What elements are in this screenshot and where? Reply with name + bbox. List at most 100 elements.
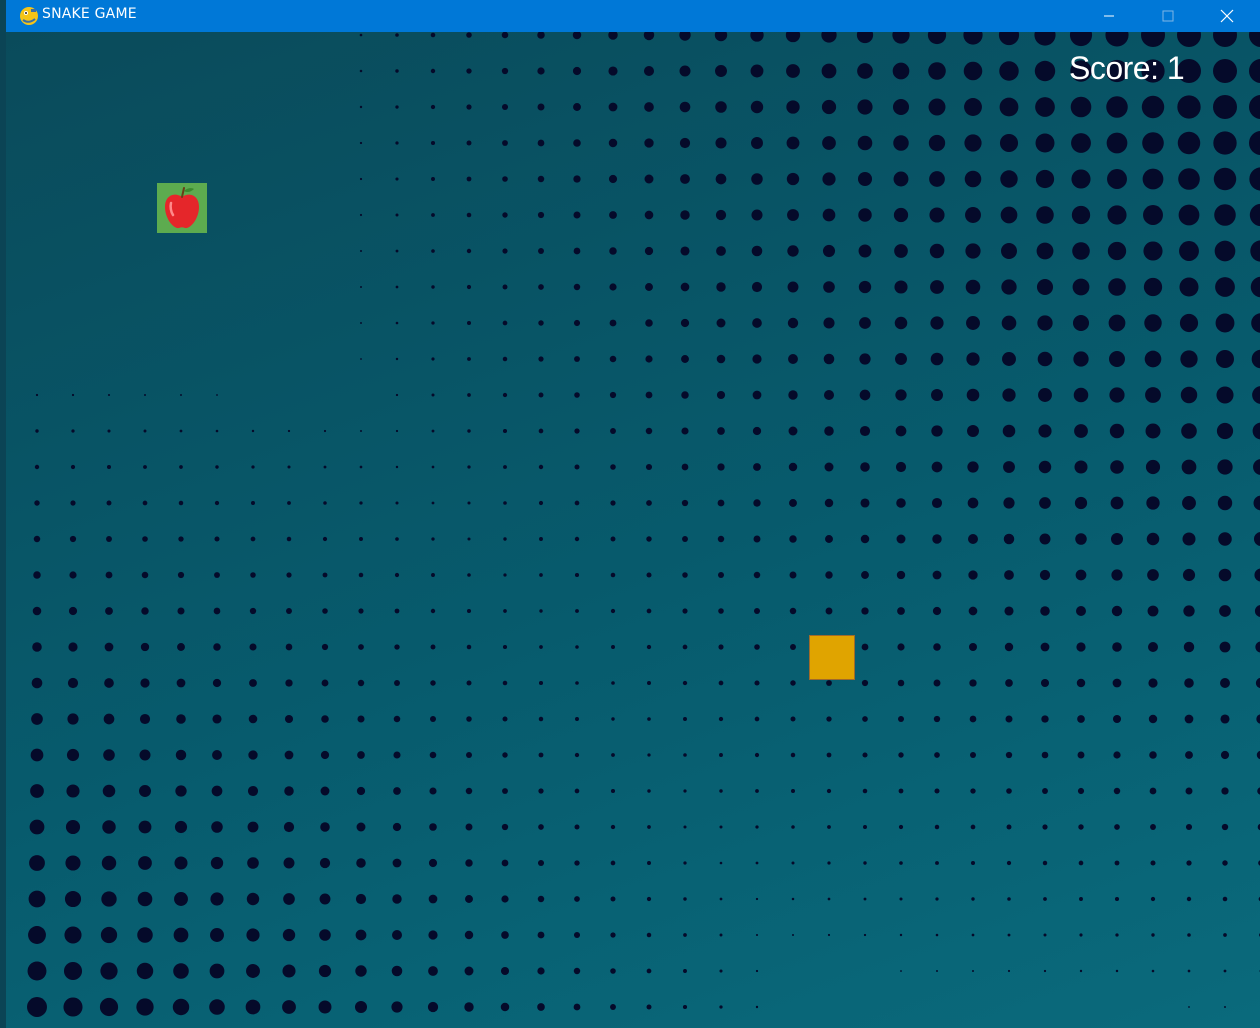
halftone-dot	[574, 824, 580, 830]
halftone-dot	[1079, 969, 1083, 973]
halftone-dot	[1069, 32, 1093, 47]
halftone-dot	[1075, 533, 1087, 545]
halftone-dot	[895, 461, 907, 473]
halftone-dot	[719, 897, 723, 901]
halftone-dot	[395, 69, 399, 73]
halftone-dot	[68, 642, 78, 652]
halftone-dot	[172, 998, 190, 1016]
halftone-dot	[173, 963, 189, 979]
halftone-dot	[1177, 32, 1201, 47]
minimize-button[interactable]	[1086, 0, 1132, 32]
title-bar[interactable]: SNAKE GAME	[6, 0, 1260, 32]
halftone-dot	[719, 789, 723, 793]
halftone-dot	[394, 680, 400, 686]
halftone-dot	[1253, 532, 1260, 546]
halftone-dot	[283, 893, 295, 905]
halftone-dot	[645, 319, 653, 327]
halftone-dot	[681, 499, 689, 507]
halftone-dot	[574, 752, 580, 758]
halftone-dot	[140, 642, 150, 652]
halftone-dot	[1213, 131, 1237, 155]
halftone-dot	[682, 536, 688, 542]
halftone-dot	[574, 356, 580, 362]
halftone-dot	[67, 677, 79, 689]
halftone-dot	[251, 465, 255, 469]
halftone-dot	[1179, 277, 1199, 297]
halftone-dot	[538, 284, 544, 290]
halftone-dot	[573, 319, 581, 327]
halftone-dot	[466, 176, 472, 182]
halftone-dot	[717, 499, 725, 507]
halftone-dot	[176, 714, 186, 724]
close-button[interactable]	[1204, 0, 1250, 32]
halftone-dot	[356, 786, 366, 796]
halftone-dot	[753, 463, 761, 471]
halftone-dot	[1177, 131, 1201, 155]
halftone-dot	[1108, 314, 1126, 332]
halftone-dot	[893, 135, 909, 151]
halftone-dot	[1222, 896, 1228, 902]
halftone-dot	[173, 927, 189, 943]
halftone-dot	[212, 714, 222, 724]
halftone-dot	[789, 571, 797, 579]
halftone-dot	[1220, 678, 1230, 688]
halftone-dot	[822, 244, 836, 258]
halftone-dot	[1147, 641, 1159, 653]
halftone-dot	[932, 534, 942, 544]
halftone-dot	[786, 64, 800, 78]
halftone-dot	[107, 429, 111, 433]
halftone-dot	[212, 678, 222, 688]
halftone-dot	[970, 824, 976, 830]
halftone-dot	[718, 680, 724, 686]
halftone-dot	[971, 933, 975, 937]
halftone-dot	[320, 786, 330, 796]
halftone-dot	[538, 356, 544, 362]
halftone-dot	[574, 428, 580, 434]
halftone-dot	[826, 788, 832, 794]
halftone-dot	[752, 426, 762, 436]
halftone-dot	[791, 825, 795, 829]
halftone-dot	[1037, 351, 1053, 367]
halftone-dot	[858, 244, 872, 258]
halftone-dot	[826, 680, 832, 686]
halftone-dot	[573, 175, 581, 183]
halftone-dot	[501, 103, 509, 111]
halftone-dot	[1224, 1006, 1226, 1008]
halftone-dot	[1213, 32, 1237, 47]
halftone-dot	[574, 860, 580, 866]
halftone-dot	[287, 465, 291, 469]
halftone-dot	[395, 285, 399, 289]
halftone-dot	[395, 177, 399, 181]
halftone-dot	[787, 281, 799, 293]
halftone-dot	[1035, 169, 1055, 189]
halftone-dot	[682, 608, 688, 614]
halftone-dot	[143, 465, 147, 469]
halftone-dot	[29, 819, 45, 835]
halftone-dot	[790, 716, 796, 722]
halftone-dot	[644, 138, 654, 148]
halftone-dot	[963, 61, 983, 81]
halftone-dot	[1142, 168, 1164, 190]
game-canvas[interactable]: Score: 1	[6, 32, 1260, 1028]
halftone-dot	[1255, 677, 1260, 689]
halftone-dot	[933, 643, 941, 651]
halftone-dot	[863, 933, 867, 937]
maximize-button[interactable]	[1145, 0, 1191, 32]
halftone-dot	[211, 785, 223, 797]
halftone-dot	[318, 1000, 332, 1014]
halftone-dot	[897, 643, 905, 651]
halftone-dot	[501, 931, 509, 939]
halftone-dot	[751, 173, 763, 185]
halftone-dot	[1077, 715, 1085, 723]
halftone-dot	[1180, 350, 1198, 368]
halftone-dot	[969, 751, 977, 759]
halftone-dot	[359, 429, 363, 433]
halftone-dot	[502, 716, 508, 722]
halftone-dot	[898, 716, 904, 722]
halftone-dot	[1037, 315, 1053, 331]
halftone-dot	[1004, 642, 1014, 652]
halftone-dot	[683, 825, 687, 829]
halftone-dot	[643, 32, 655, 41]
halftone-dot	[752, 390, 762, 400]
halftone-dot	[1213, 167, 1237, 191]
